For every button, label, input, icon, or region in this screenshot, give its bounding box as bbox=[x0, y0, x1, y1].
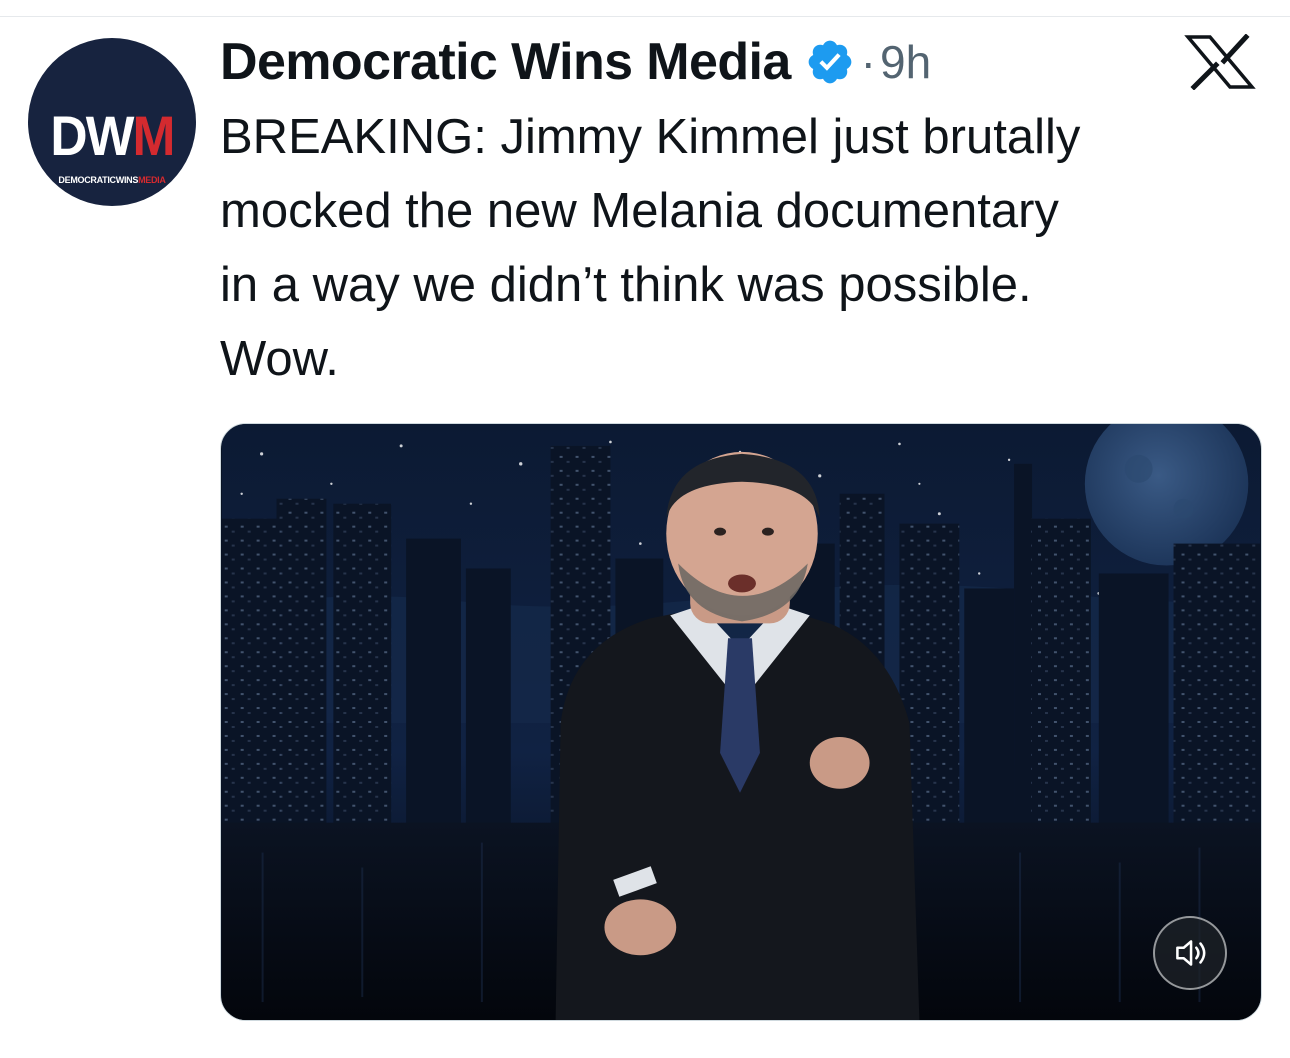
video-frame bbox=[221, 424, 1261, 1020]
mute-toggle-button[interactable] bbox=[1153, 916, 1227, 990]
avatar-logo-mark: DWM bbox=[50, 104, 175, 167]
x-logo-icon[interactable] bbox=[1180, 33, 1260, 91]
tweet-card[interactable]: DWM DEMOCRATICWINSMEDIA Democratic Wins … bbox=[0, 0, 1290, 1058]
timestamp[interactable]: 9h bbox=[880, 35, 931, 89]
speaker-muted-icon bbox=[1176, 940, 1206, 966]
meta-separator: · bbox=[860, 36, 876, 88]
divider bbox=[0, 16, 1290, 17]
author-display-name[interactable]: Democratic Wins Media bbox=[220, 32, 791, 92]
tweet-text: BREAKING: Jimmy Kimmel just brutally moc… bbox=[220, 110, 1081, 386]
avatar-logo-subtitle: DEMOCRATICWINSMEDIA bbox=[58, 175, 166, 185]
tweet-header: Democratic Wins Media · 9h bbox=[220, 30, 931, 94]
avatar[interactable]: DWM DEMOCRATICWINSMEDIA bbox=[28, 38, 196, 206]
video-player[interactable] bbox=[220, 423, 1262, 1021]
verified-badge-icon[interactable] bbox=[805, 37, 855, 87]
